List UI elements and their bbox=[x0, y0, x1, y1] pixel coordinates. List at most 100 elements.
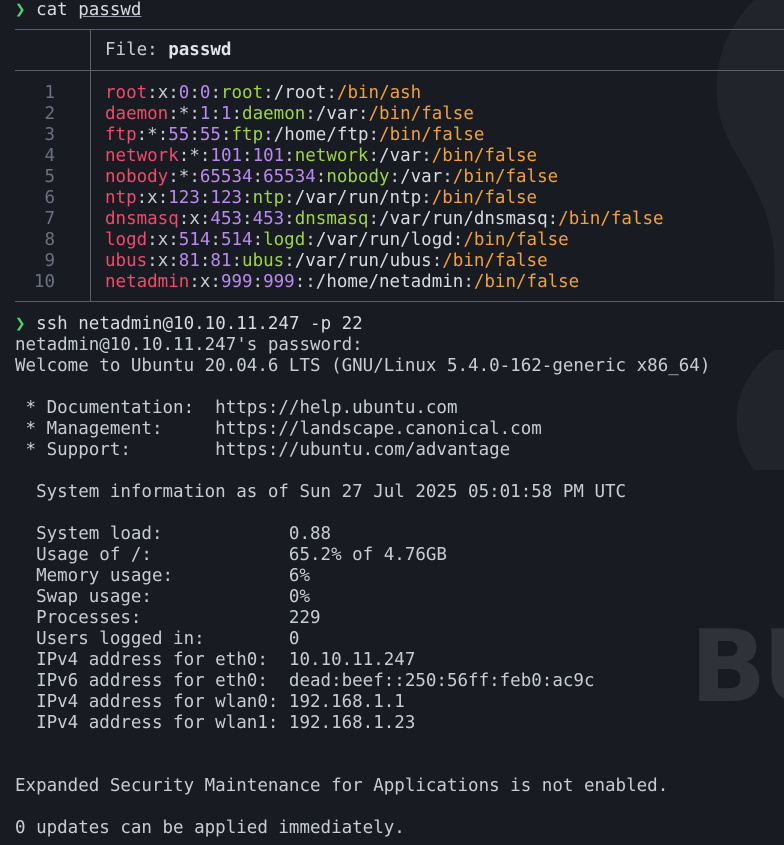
passwd-separator: : bbox=[452, 230, 464, 250]
passwd-password: * bbox=[189, 146, 200, 166]
stat-system-load: System load: 0.88 bbox=[15, 524, 332, 544]
passwd-user: dnsmasq bbox=[105, 209, 179, 229]
passwd-separator: : bbox=[199, 251, 211, 271]
terminal-window[interactable]: BU ❯ cat passwd File: passwd 1root:x:0:0… bbox=[0, 0, 784, 845]
passwd-separator: : bbox=[199, 146, 211, 166]
passwd-shell: /bin/false bbox=[463, 230, 569, 250]
passwd-gid: 101 bbox=[252, 146, 285, 166]
passwd-user: nobody bbox=[105, 167, 169, 187]
passwd-gid: 123 bbox=[210, 188, 243, 208]
passwd-gecos: daemon bbox=[242, 104, 306, 124]
command-name: ssh bbox=[36, 314, 68, 334]
passwd-separator: : bbox=[357, 104, 369, 124]
passwd-separator: : bbox=[242, 146, 253, 166]
passwd-user: ftp bbox=[105, 125, 137, 145]
passwd-password: * bbox=[147, 125, 158, 145]
passwd-separator: : bbox=[178, 209, 190, 229]
passwd-separator: : bbox=[389, 167, 401, 187]
passwd-user: logd bbox=[105, 230, 148, 250]
passwd-gecos: ntp bbox=[252, 188, 285, 208]
command-argument-file[interactable]: passwd bbox=[78, 0, 141, 20]
passwd-separator: : bbox=[431, 251, 443, 271]
passwd-entry: nobody:*:65534:65534:nobody:/var:/bin/fa… bbox=[105, 167, 558, 188]
passwd-separator: : bbox=[305, 272, 316, 292]
passwd-uid: 453 bbox=[210, 209, 243, 229]
passwd-entry: ubus:x:81:81:ubus:/var/run/ubus:/bin/fal… bbox=[105, 251, 548, 272]
passwd-separator: : bbox=[189, 167, 200, 187]
passwd-separator: : bbox=[199, 188, 211, 208]
bat-file-header: File: passwd bbox=[105, 40, 231, 61]
line-number: 3 bbox=[44, 125, 55, 145]
passwd-separator: : bbox=[157, 125, 169, 145]
command-arguments: netadmin@10.10.11.247 -p 22 bbox=[78, 314, 363, 334]
passwd-uid: 0 bbox=[178, 83, 190, 103]
passwd-uid: 999 bbox=[220, 272, 253, 292]
passwd-separator: : bbox=[284, 146, 295, 166]
passwd-separator: : bbox=[199, 209, 211, 229]
passwd-separator: : bbox=[168, 83, 179, 103]
line-number: 7 bbox=[44, 209, 55, 229]
stat-disk-usage: Usage of /: 65.2% of 4.76GB bbox=[15, 545, 447, 565]
passwd-gid: 55 bbox=[199, 125, 221, 145]
prompt-line-cat: ❯ cat passwd bbox=[15, 0, 141, 21]
stat-ipv4-eth0: IPv4 address for eth0: 10.10.11.247 bbox=[15, 650, 416, 670]
passwd-password: * bbox=[178, 104, 190, 124]
passwd-uid: 514 bbox=[178, 230, 211, 250]
passwd-shell: /bin/false bbox=[379, 125, 485, 145]
passwd-password: x bbox=[157, 251, 169, 271]
passwd-home: /var/run/ntp bbox=[294, 188, 422, 208]
line-number: 2 bbox=[44, 104, 55, 124]
passwd-home: /var bbox=[400, 167, 443, 187]
passwd-gid: 514 bbox=[220, 230, 253, 250]
passwd-separator: : bbox=[189, 125, 200, 145]
passwd-separator: : bbox=[315, 167, 327, 187]
passwd-separator: : bbox=[305, 230, 316, 250]
bat-top-border bbox=[15, 29, 784, 30]
passwd-separator: : bbox=[421, 146, 432, 166]
passwd-separator: : bbox=[294, 272, 306, 292]
passwd-gid: 65534 bbox=[263, 167, 316, 187]
stat-ipv4-wlan1: IPv4 address for wlan1: 192.168.1.23 bbox=[15, 713, 416, 733]
passwd-separator: : bbox=[147, 230, 158, 250]
line-number: 1 bbox=[44, 83, 55, 103]
passwd-password: x bbox=[199, 272, 211, 292]
passwd-separator: : bbox=[231, 104, 243, 124]
passwd-entry: root:x:0:0:root:/root:/bin/ash bbox=[105, 83, 421, 104]
stat-memory-usage: Memory usage: 6% bbox=[15, 566, 311, 586]
passwd-entry: logd:x:514:514:logd:/var/run/logd:/bin/f… bbox=[105, 230, 569, 251]
passwd-home: /var/run/ubus bbox=[294, 251, 432, 271]
bat-header-border bbox=[15, 70, 784, 71]
passwd-separator: : bbox=[305, 104, 316, 124]
passwd-separator: : bbox=[242, 188, 253, 208]
passwd-separator: : bbox=[189, 83, 200, 103]
passwd-shell: /bin/false bbox=[368, 104, 474, 124]
passwd-password: x bbox=[189, 209, 200, 229]
passwd-uid: 65534 bbox=[199, 167, 253, 187]
passwd-gecos: ubus bbox=[242, 251, 285, 271]
line-number: 9 bbox=[44, 251, 55, 271]
passwd-user: root bbox=[105, 83, 148, 103]
passwd-separator: : bbox=[284, 251, 295, 271]
passwd-uid: 81 bbox=[178, 251, 200, 271]
passwd-separator: : bbox=[189, 272, 200, 292]
passwd-separator: : bbox=[147, 83, 158, 103]
passwd-gid: 453 bbox=[252, 209, 285, 229]
passwd-home: /home/ftp bbox=[273, 125, 369, 145]
passwd-separator: : bbox=[136, 125, 148, 145]
passwd-separator: : bbox=[252, 167, 264, 187]
passwd-separator: : bbox=[231, 251, 243, 271]
passwd-separator: : bbox=[368, 209, 380, 229]
passwd-separator: : bbox=[189, 104, 200, 124]
passwd-password: x bbox=[147, 188, 158, 208]
passwd-user: ntp bbox=[105, 188, 137, 208]
stat-users-logged-in: Users logged in: 0 bbox=[15, 629, 300, 649]
passwd-separator: : bbox=[326, 83, 337, 103]
passwd-uid: 1 bbox=[199, 104, 211, 124]
passwd-separator: : bbox=[168, 104, 179, 124]
passwd-separator: : bbox=[252, 230, 264, 250]
stat-swap-usage: Swap usage: 0% bbox=[15, 587, 311, 607]
passwd-separator: : bbox=[220, 125, 232, 145]
esm-notice: Expanded Security Maintenance for Applic… bbox=[15, 776, 669, 796]
passwd-gid: 0 bbox=[199, 83, 211, 103]
passwd-separator: : bbox=[263, 83, 274, 103]
